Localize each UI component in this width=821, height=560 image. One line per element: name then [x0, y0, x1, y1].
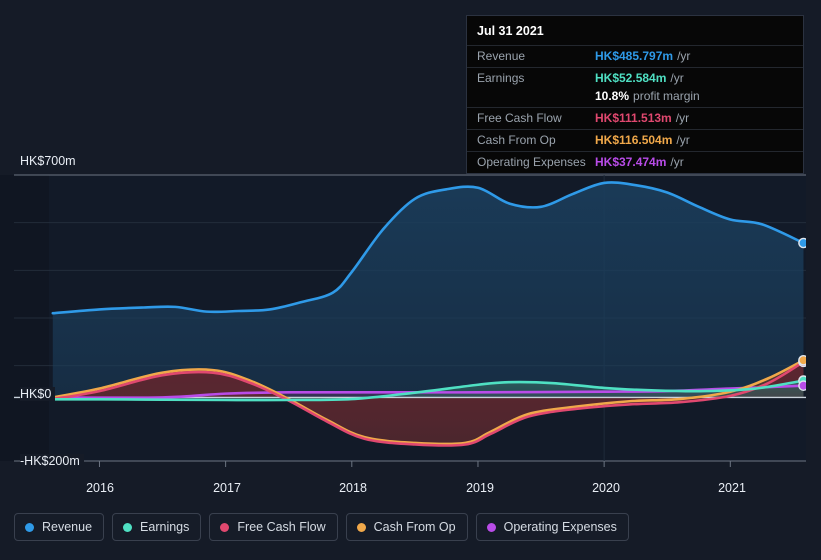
tooltip-profit-margin-label: profit margin: [633, 89, 700, 103]
legend-item-cash-from-op[interactable]: Cash From Op: [345, 513, 468, 541]
legend-swatch-revenue: [25, 522, 34, 532]
tooltip-row-revenue: Revenue HK$485.797m /yr: [467, 45, 803, 67]
tooltip-row-operating-expenses: Operating Expenses HK$37.474m /yr: [467, 151, 803, 173]
tooltip-label-operating-expenses: Operating Expenses: [477, 155, 586, 169]
tooltip-label-revenue: Revenue: [477, 49, 526, 63]
tooltip-unit-operating-expenses: /yr: [670, 155, 684, 169]
tooltip-unit-revenue: /yr: [677, 49, 691, 63]
legend-swatch-cash-from-op: [356, 522, 366, 532]
tooltip-value-operating-expenses: HK$37.474m: [595, 155, 667, 169]
legend-label-earnings: Earnings: [140, 520, 190, 534]
tooltip-date: Jul 31 2021: [477, 24, 544, 38]
legend-item-operating-expenses[interactable]: Operating Expenses: [475, 513, 629, 541]
y-axis-label-top: HK$700m: [20, 154, 80, 168]
legend-label-cash-from-op: Cash From Op: [373, 520, 456, 534]
y-axis-label-zero: HK$0: [20, 387, 56, 401]
legend-swatch-earnings: [123, 522, 133, 532]
legend-swatch-free-cash-flow: [220, 522, 230, 532]
financial-area-chart: HK$700m HK$0 -HK$200m 2016 2017 2018 201…: [0, 0, 821, 560]
tooltip-label-earnings: Earnings: [477, 71, 525, 85]
legend-item-free-cash-flow[interactable]: Free Cash Flow: [209, 513, 338, 541]
tooltip-profit-margin-value: 10.8%: [595, 89, 630, 103]
legend-label-operating-expenses: Operating Expenses: [503, 520, 617, 534]
x-axis-label-2016: 2016: [86, 481, 114, 495]
y-axis-label-bottom: -HK$200m: [20, 454, 84, 468]
tooltip-label-cash-from-op: Cash From Op: [477, 133, 556, 147]
x-axis-label-2018: 2018: [339, 481, 367, 495]
tooltip-value-free-cash-flow: HK$111.513m: [595, 111, 672, 125]
tooltip-row-profit-margin: 10.8% profit margin: [467, 89, 803, 107]
legend-label-revenue: Revenue: [42, 520, 93, 534]
tooltip-value-earnings: HK$52.584m: [595, 71, 667, 85]
tooltip-label-free-cash-flow: Free Cash Flow: [477, 111, 562, 125]
tooltip-unit-cash-from-op: /yr: [676, 133, 690, 147]
x-axis-label-2020: 2020: [592, 481, 620, 495]
x-axis-label-2021: 2021: [718, 481, 746, 495]
legend-item-revenue[interactable]: Revenue: [14, 513, 105, 541]
tooltip-unit-earnings: /yr: [670, 71, 684, 85]
tooltip-row-cash-from-op: Cash From Op HK$116.504m /yr: [467, 129, 803, 151]
tooltip-unit-free-cash-flow: /yr: [675, 111, 690, 125]
tooltip-row-free-cash-flow: Free Cash Flow HK$111.513m /yr: [467, 107, 803, 129]
legend-item-earnings[interactable]: Earnings: [112, 513, 202, 541]
x-axis-label-2019: 2019: [466, 481, 494, 495]
legend-swatch-operating-expenses: [486, 522, 496, 532]
tooltip-value-revenue: HK$485.797m: [595, 49, 674, 63]
chart-tooltip: Jul 31 2021 Revenue HK$485.797m /yr Earn…: [466, 15, 804, 174]
tooltip-row-earnings: Earnings HK$52.584m /yr: [467, 67, 803, 89]
legend-label-free-cash-flow: Free Cash Flow: [237, 520, 326, 534]
chart-legend: Revenue Earnings Free Cash Flow Cash Fro…: [14, 513, 629, 541]
tooltip-value-cash-from-op: HK$116.504m: [595, 133, 673, 147]
x-axis-label-2017: 2017: [213, 481, 241, 495]
